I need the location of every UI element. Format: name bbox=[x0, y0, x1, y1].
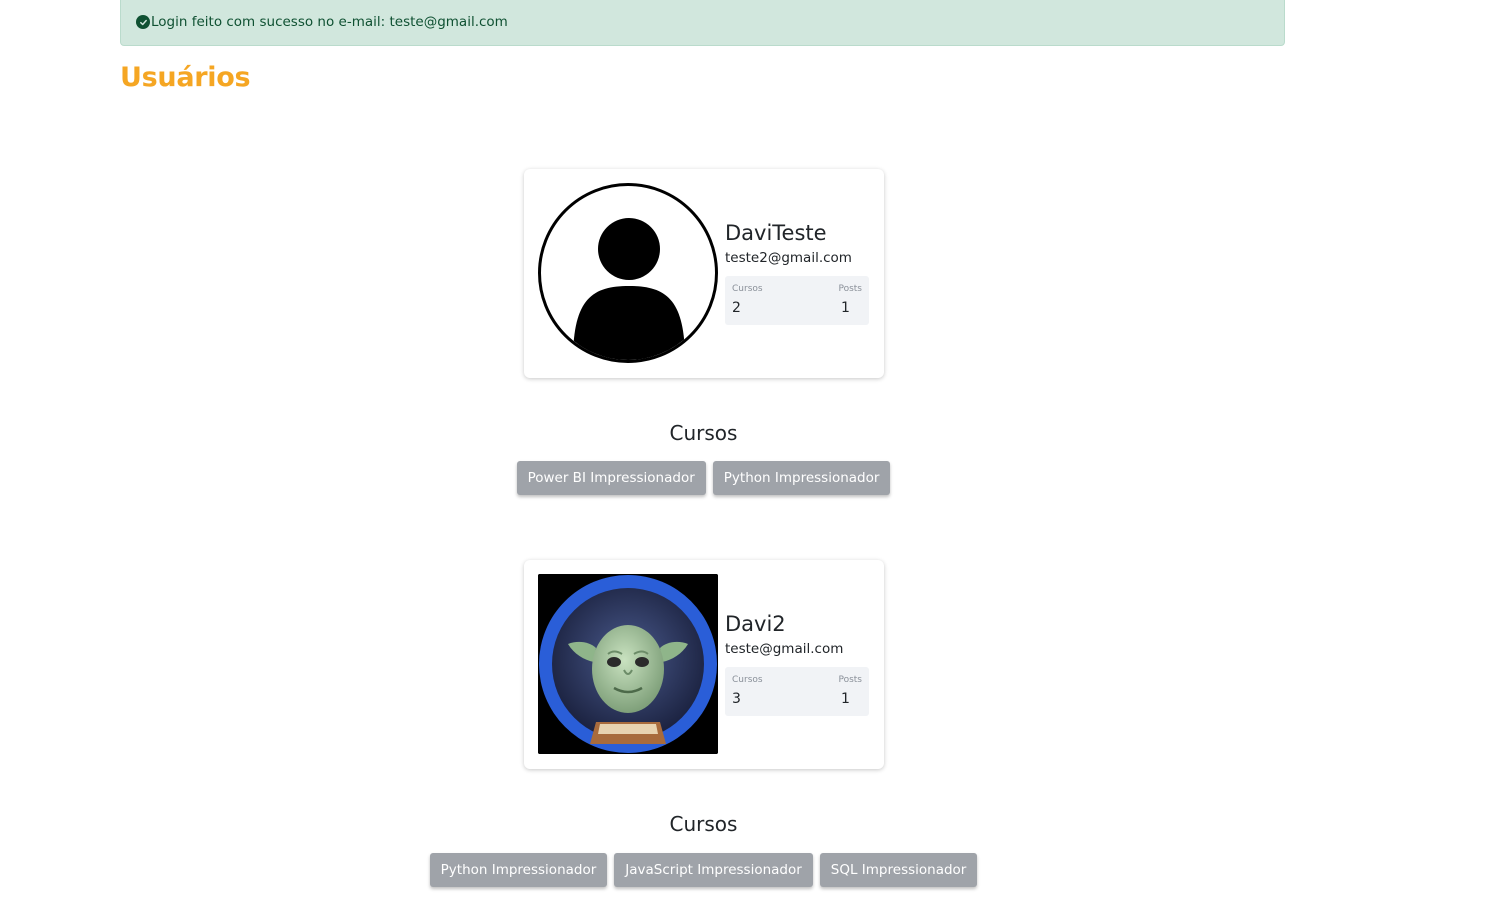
cursos-count: 2 bbox=[732, 300, 741, 316]
posts-label: Posts bbox=[838, 675, 862, 685]
user-email: teste2@gmail.com bbox=[725, 250, 852, 266]
course-button[interactable]: JavaScript Impressionador bbox=[614, 853, 813, 887]
courses-heading: Cursos bbox=[669, 421, 738, 445]
user-email: teste@gmail.com bbox=[725, 641, 844, 657]
courses-heading: Cursos bbox=[669, 812, 738, 836]
course-button[interactable]: Power BI Impressionador bbox=[516, 461, 706, 495]
posts-count: 1 bbox=[841, 300, 850, 316]
course-button[interactable]: Python Impressionador bbox=[712, 461, 891, 495]
cursos-label: Cursos bbox=[732, 675, 763, 685]
course-list: Python Impressionador JavaScript Impress… bbox=[0, 853, 1407, 887]
posts-count: 1 bbox=[841, 691, 850, 707]
alert-message: Login feito com sucesso no e-mail: teste… bbox=[151, 14, 508, 30]
page-title: Usuários bbox=[120, 62, 251, 93]
default-user-avatar-icon bbox=[538, 183, 718, 363]
user-card: Davi2 teste@gmail.com Cursos Posts 3 1 bbox=[524, 560, 884, 769]
user-name: Davi2 bbox=[725, 612, 786, 636]
course-button[interactable]: Python Impressionador bbox=[429, 853, 608, 887]
check-circle-icon bbox=[136, 15, 150, 29]
cursos-count: 3 bbox=[732, 691, 741, 707]
posts-label: Posts bbox=[838, 284, 862, 294]
course-list: Power BI Impressionador Python Impressio… bbox=[0, 461, 1407, 495]
user-name: DaviTeste bbox=[725, 221, 827, 245]
user-stats: Cursos Posts 3 1 bbox=[725, 667, 869, 716]
user-stats: Cursos Posts 2 1 bbox=[725, 276, 869, 325]
user-card: DaviTeste teste2@gmail.com Cursos Posts … bbox=[524, 169, 884, 378]
success-alert: Login feito com sucesso no e-mail: teste… bbox=[120, 0, 1285, 46]
cursos-label: Cursos bbox=[732, 284, 763, 294]
course-button[interactable]: SQL Impressionador bbox=[819, 853, 978, 887]
yoda-avatar-image bbox=[538, 574, 718, 754]
